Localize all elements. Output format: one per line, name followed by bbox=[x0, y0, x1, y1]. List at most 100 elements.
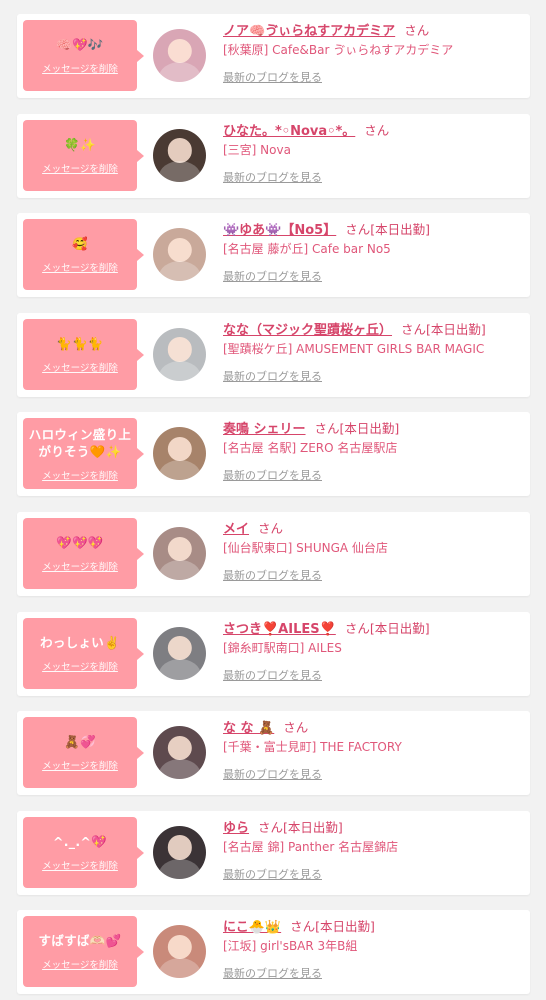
avatar-body-shape bbox=[158, 360, 201, 381]
delete-message-link[interactable]: メッセージを削除 bbox=[42, 659, 118, 673]
delete-message-link[interactable]: メッセージを削除 bbox=[42, 161, 118, 175]
avatar-body-shape bbox=[158, 61, 201, 82]
message-card: 🧠💖🎶 メッセージを削除 ノア🧠ゔぃらねすアカデミア さん [秋葉原] Cafe&… bbox=[17, 14, 530, 98]
delete-message-link[interactable]: メッセージを削除 bbox=[42, 758, 118, 772]
latest-blog-link[interactable]: 最新のブログを見る bbox=[223, 169, 322, 185]
latest-blog-link[interactable]: 最新のブログを見る bbox=[223, 567, 322, 583]
cast-name-line: ノア🧠ゔぃらねすアカデミア さん bbox=[223, 20, 524, 39]
avatar-body-shape bbox=[158, 958, 201, 979]
message-bubble: ハロウィン盛り上がりそう🧡✨ メッセージを削除 bbox=[23, 418, 144, 490]
honorific-label: さん bbox=[345, 222, 371, 238]
avatar-body-shape bbox=[158, 261, 201, 282]
cast-name-line: 奏鳴 シェリー さん[本日出勤] bbox=[223, 418, 524, 437]
cast-name-line: にこ🐣👑 さん[本日出勤] bbox=[223, 916, 524, 935]
cast-name-link[interactable]: メイ bbox=[223, 522, 249, 537]
message-bubble: ^._.^💖 メッセージを削除 bbox=[23, 816, 144, 888]
shop-label: [三宮] Nova bbox=[223, 142, 291, 157]
latest-blog-link[interactable]: 最新のブログを見る bbox=[223, 268, 322, 284]
delete-message-link[interactable]: メッセージを削除 bbox=[42, 559, 118, 573]
message-list: 🧠💖🎶 メッセージを削除 ノア🧠ゔぃらねすアカデミア さん [秋葉原] Cafe&… bbox=[0, 14, 546, 995]
message-card: すばすば🫶🏻💕 メッセージを削除 にこ🐣👑 さん[本日出勤] [江坂] girl'… bbox=[17, 910, 530, 995]
honorific-label: さん bbox=[364, 122, 390, 138]
avatar-body-shape bbox=[158, 659, 201, 680]
message-card: 💖💖💖 メッセージを削除 メイ さん [仙台駅東口] SHUNGA 仙台店 最新の… bbox=[17, 511, 530, 596]
latest-blog-link[interactable]: 最新のブログを見る bbox=[223, 965, 322, 981]
cast-name-link[interactable]: ひなた。*◦Nova◦*。 bbox=[223, 124, 355, 139]
cast-name-line: さつき❣️AILES❣️ さん[本日出勤] bbox=[223, 618, 524, 637]
honorific-label: さん bbox=[258, 819, 284, 835]
avatar[interactable] bbox=[153, 925, 206, 979]
cast-info: な な 🧸 さん [千葉・富士見町] THE FACTORY 最新のブログを見る bbox=[223, 717, 524, 782]
status-label: [本日出勤] bbox=[426, 321, 486, 337]
cast-name-line: ひなた。*◦Nova◦*。 さん bbox=[223, 120, 524, 139]
cast-name-link[interactable]: にこ🐣👑 bbox=[223, 920, 281, 935]
cast-name-link[interactable]: さつき❣️AILES❣️ bbox=[223, 622, 336, 637]
message-text: 🐈🐈🐈 bbox=[56, 335, 104, 351]
shop-label: [名古屋 藤が丘] Cafe bar No5 bbox=[223, 242, 391, 257]
avatar-head-shape bbox=[167, 436, 192, 462]
message-text: 💖💖💖 bbox=[56, 534, 104, 550]
cast-name-line: なな（マジック聖蹟桜ヶ丘） さん[本日出勤] bbox=[223, 319, 524, 338]
honorific-label: さん bbox=[404, 23, 430, 38]
avatar[interactable] bbox=[153, 626, 206, 680]
avatar[interactable] bbox=[153, 427, 206, 481]
honorific-label: さん bbox=[258, 520, 284, 536]
cast-info: ゆら さん[本日出勤] [名古屋 錦] Panther 名古屋錦店 最新のブログを… bbox=[223, 817, 524, 882]
avatar[interactable] bbox=[153, 327, 206, 381]
latest-blog-link[interactable]: 最新のブログを見る bbox=[223, 69, 322, 85]
status-label: [本日出勤] bbox=[283, 819, 343, 835]
avatar-head-shape bbox=[167, 934, 192, 960]
message-text: わっしょい✌️ bbox=[40, 634, 120, 650]
shop-label: [江坂] girl'sBAR 3年B組 bbox=[223, 939, 358, 954]
cast-name-link[interactable]: な な 🧸 bbox=[223, 721, 274, 736]
avatar[interactable] bbox=[153, 726, 206, 780]
latest-blog-link[interactable]: 最新のブログを見る bbox=[223, 368, 322, 384]
avatar-body-shape bbox=[158, 559, 201, 580]
latest-blog-link[interactable]: 最新のブログを見る bbox=[223, 866, 322, 882]
message-text: すばすば🫶🏻💕 bbox=[38, 933, 122, 949]
message-card: 🐈🐈🐈 メッセージを削除 なな（マジック聖蹟桜ヶ丘） さん[本日出勤] [聖蹟桜ケ… bbox=[17, 312, 530, 397]
delete-message-link[interactable]: メッセージを削除 bbox=[42, 957, 118, 971]
delete-message-link[interactable]: メッセージを削除 bbox=[42, 858, 118, 872]
delete-message-link[interactable]: メッセージを削除 bbox=[42, 360, 118, 374]
message-bubble: 🐈🐈🐈 メッセージを削除 bbox=[23, 318, 144, 390]
latest-blog-link[interactable]: 最新のブログを見る bbox=[223, 766, 322, 782]
message-bubble: 💖💖💖 メッセージを削除 bbox=[23, 517, 144, 589]
latest-blog-link[interactable]: 最新のブログを見る bbox=[223, 467, 322, 483]
message-text: 🍀✨ bbox=[64, 136, 96, 152]
avatar[interactable] bbox=[153, 128, 206, 182]
cast-name-link[interactable]: 👾ゆあ👾【No5】 bbox=[223, 223, 336, 238]
delete-message-link[interactable]: メッセージを削除 bbox=[42, 260, 118, 274]
latest-blog-link[interactable]: 最新のブログを見る bbox=[223, 667, 322, 683]
cast-info: ひなた。*◦Nova◦*。 さん [三宮] Nova 最新のブログを見る bbox=[223, 120, 524, 185]
message-card: 🍀✨ メッセージを削除 ひなた。*◦Nova◦*。 さん [三宮] Nova 最新… bbox=[17, 113, 530, 198]
shop-label: [名古屋 錦] Panther 名古屋錦店 bbox=[223, 839, 399, 854]
cast-name-link[interactable]: 奏鳴 シェリー bbox=[223, 422, 306, 437]
avatar-body-shape bbox=[158, 460, 201, 481]
cast-name-link[interactable]: なな（マジック聖蹟桜ヶ丘） bbox=[223, 323, 392, 338]
cast-info: さつき❣️AILES❣️ さん[本日出勤] [錦糸町駅南口] AILES 最新のブ… bbox=[223, 618, 524, 683]
cast-info: 奏鳴 シェリー さん[本日出勤] [名古屋 名駅] ZERO 名古屋駅店 最新のブ… bbox=[223, 418, 524, 483]
avatar-head-shape bbox=[167, 636, 192, 661]
message-text: 🥰 bbox=[72, 236, 88, 252]
honorific-label: さん bbox=[290, 919, 316, 935]
cast-name-link[interactable]: ノア🧠ゔぃらねすアカデミア bbox=[223, 24, 395, 39]
cast-name-line: 👾ゆあ👾【No5】 さん[本日出勤] bbox=[223, 219, 524, 238]
avatar[interactable] bbox=[153, 526, 206, 580]
cast-name-link[interactable]: ゆら bbox=[223, 821, 249, 836]
avatar[interactable] bbox=[153, 825, 206, 879]
message-bubble: すばすば🫶🏻💕 メッセージを削除 bbox=[23, 916, 144, 988]
message-card: ハロウィン盛り上がりそう🧡✨ メッセージを削除 奏鳴 シェリー さん[本日出勤] … bbox=[17, 412, 530, 497]
status-label: [本日出勤] bbox=[315, 919, 375, 935]
message-bubble: 🧠💖🎶 メッセージを削除 bbox=[23, 20, 144, 91]
shop-label: [聖蹟桜ケ丘] AMUSEMENT GIRLS BAR MAGIC bbox=[223, 341, 485, 356]
avatar-head-shape bbox=[167, 38, 192, 63]
cast-info: メイ さん [仙台駅東口] SHUNGA 仙台店 最新のブログを見る bbox=[223, 518, 524, 583]
avatar[interactable] bbox=[153, 228, 206, 282]
avatar[interactable] bbox=[153, 29, 206, 82]
delete-message-link[interactable]: メッセージを削除 bbox=[42, 468, 118, 482]
message-text: 🧠💖🎶 bbox=[56, 37, 104, 52]
cast-info: なな（マジック聖蹟桜ヶ丘） さん[本日出勤] [聖蹟桜ケ丘] AMUSEMENT … bbox=[223, 319, 524, 384]
honorific-label: さん bbox=[401, 321, 427, 337]
delete-message-link[interactable]: メッセージを削除 bbox=[42, 61, 118, 75]
